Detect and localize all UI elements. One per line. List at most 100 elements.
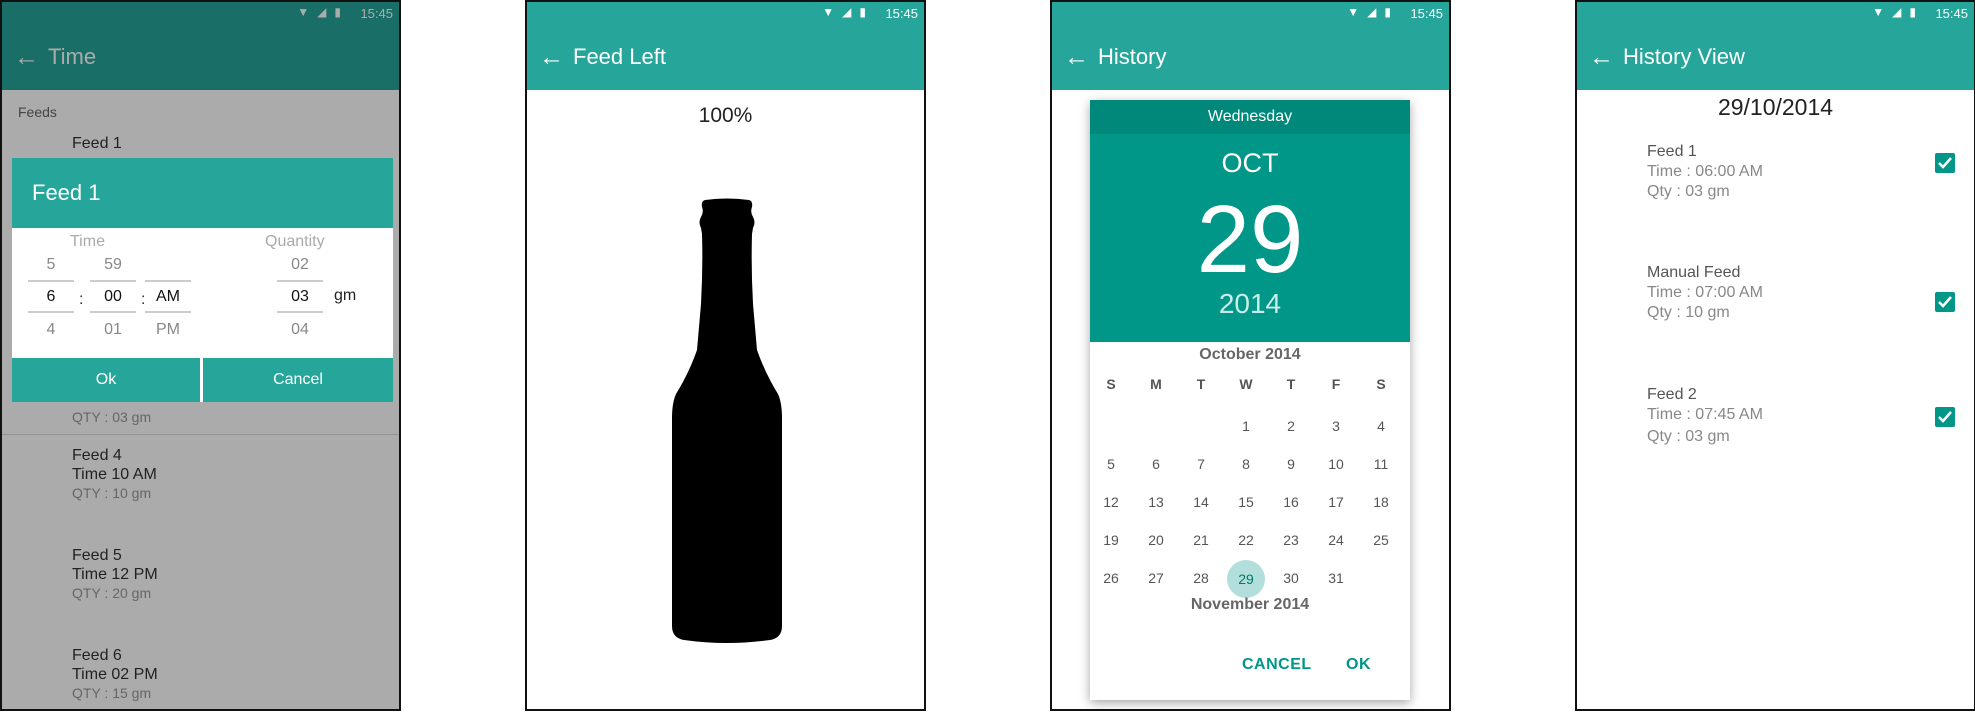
date-picker-dialog: Wednesday OCT 29 2014 October 2014 SMTWT… (1090, 100, 1410, 700)
back-arrow-icon[interactable]: ← (1589, 44, 1615, 70)
calendar-day[interactable]: 20 (1137, 522, 1175, 558)
calendar-day-selected[interactable]: 29 (1227, 560, 1265, 598)
time-label: Time (70, 233, 105, 250)
calendar-day[interactable]: 4 (1362, 408, 1400, 444)
ampm-picker[interactable]: AM PM (145, 256, 191, 343)
status-icons: ▼◢▮ (1872, 5, 1924, 19)
calendar-day[interactable]: 14 (1182, 484, 1220, 520)
app-bar: ← History View (1577, 26, 1974, 90)
calendar-day[interactable]: 23 (1272, 522, 1310, 558)
status-time: 15:45 (885, 6, 918, 21)
calendar-day[interactable]: 9 (1272, 446, 1310, 482)
calendar-day[interactable]: 5 (1092, 446, 1130, 482)
status-bar: ▼◢▮ 15:45 (1052, 2, 1449, 26)
month-title: October 2014 (1199, 346, 1301, 363)
history-entry: Manual Feed Time : 07:00 AM Qty : 10 gm (1647, 263, 1763, 323)
page-title: History View (1623, 44, 1745, 69)
calendar-day[interactable]: 11 (1362, 446, 1400, 482)
status-icons: ▼◢▮ (1347, 5, 1399, 19)
calendar-day[interactable]: 25 (1362, 522, 1400, 558)
calendar-day[interactable]: 18 (1362, 484, 1400, 520)
calendar-day[interactable]: 7 (1182, 446, 1220, 482)
calendar-day[interactable]: 27 (1137, 560, 1175, 596)
status-bar: ▼◢▮ 15:45 (1577, 2, 1974, 26)
page-title: Feed Left (573, 44, 666, 69)
calendar-day[interactable]: 1 (1227, 408, 1265, 444)
app-bar: ← Feed Left (527, 26, 924, 90)
history-entry: Feed 1 Time : 06:00 AM Qty : 03 gm (1647, 142, 1763, 202)
calendar-day[interactable]: 17 (1317, 484, 1355, 520)
ampm-next: PM (156, 321, 180, 338)
history-entry: Feed 2 Time : 07:45 AM Qty : 03 gm (1647, 385, 1763, 447)
cancel-button[interactable]: Cancel (203, 358, 393, 402)
picker-month[interactable]: OCT (1090, 148, 1410, 179)
entry-time: Time : 06:00 AM (1647, 163, 1763, 180)
time-screen: ▼◢▮ 15:45 ← Time Feeds Feed 1 QTY : 03 g… (0, 0, 401, 711)
hour-next: 4 (46, 321, 56, 338)
quantity-picker[interactable]: 02 03 04 (277, 256, 323, 343)
hour-prev: 5 (46, 256, 56, 273)
calendar-day[interactable]: 10 (1317, 446, 1355, 482)
calendar-day[interactable]: 8 (1227, 446, 1265, 482)
back-arrow-icon[interactable]: ← (539, 44, 565, 70)
unit-label: gm (334, 287, 357, 304)
calendar-day[interactable]: 21 (1182, 522, 1220, 558)
picker-year[interactable]: 2014 (1090, 288, 1410, 320)
status-time: 15:45 (1410, 6, 1443, 21)
entry-time: Time : 07:00 AM (1647, 284, 1763, 301)
entry-name: Feed 1 (1647, 143, 1697, 160)
ok-button[interactable]: Ok (12, 358, 200, 402)
minute-current[interactable]: 00 (90, 280, 136, 313)
feed-left-screen: ▼◢▮ 15:45 ← Feed Left 100% (525, 0, 926, 711)
hour-current[interactable]: 6 (28, 280, 74, 313)
entry-checkbox[interactable] (1935, 292, 1955, 312)
entry-name: Feed 2 (1647, 386, 1697, 403)
calendar-day[interactable]: 16 (1272, 484, 1310, 520)
status-time: 15:45 (1935, 6, 1968, 21)
next-month-title: November 2014 (1190, 596, 1310, 613)
calendar-day[interactable]: 24 (1317, 522, 1355, 558)
entry-qty: Qty : 03 gm (1647, 183, 1730, 200)
back-arrow-icon[interactable]: ← (1064, 44, 1090, 70)
weekday-header: S (1106, 376, 1116, 392)
calendar-day[interactable]: 30 (1272, 560, 1310, 596)
calendar-day[interactable]: 19 (1092, 522, 1130, 558)
weekday-header: T (1196, 376, 1206, 392)
quantity-next: 04 (291, 321, 309, 338)
calendar-day[interactable]: 6 (1137, 446, 1175, 482)
bottle-icon (672, 198, 782, 643)
calendar-day[interactable]: 13 (1137, 484, 1175, 520)
ampm-prev (145, 256, 191, 280)
ok-button[interactable]: OK (1346, 656, 1371, 674)
calendar-day[interactable]: 2 (1272, 408, 1310, 444)
quantity-label: Quantity (265, 233, 325, 250)
calendar-day[interactable]: 26 (1092, 560, 1130, 596)
feed-percentage: 100% (698, 104, 753, 127)
checkmark-icon (1938, 157, 1952, 169)
minute-next: 01 (104, 321, 122, 338)
calendar-day[interactable]: 31 (1317, 560, 1355, 596)
picker-day[interactable]: 29 (1090, 190, 1410, 290)
quantity-current[interactable]: 03 (277, 280, 323, 313)
weekday-header: M (1150, 376, 1162, 392)
entry-checkbox[interactable] (1935, 407, 1955, 427)
weekday-header: F (1331, 376, 1341, 392)
minute-picker[interactable]: 59 00 01 (90, 256, 136, 343)
history-screen: ▼◢▮ 15:45 ← History Wednesday OCT 29 201… (1050, 0, 1451, 711)
entry-checkbox[interactable] (1935, 153, 1955, 173)
checkmark-icon (1938, 411, 1952, 423)
ampm-current[interactable]: AM (145, 280, 191, 313)
time-separator: : (79, 291, 84, 308)
calendar-day[interactable]: 15 (1227, 484, 1265, 520)
entry-qty: Qty : 10 gm (1647, 304, 1730, 321)
hour-picker[interactable]: 5 6 4 (28, 256, 74, 343)
calendar-day[interactable]: 22 (1227, 522, 1265, 558)
entry-qty: Qty : 03 gm (1647, 428, 1730, 445)
calendar-day[interactable]: 12 (1092, 484, 1130, 520)
calendar-day[interactable]: 3 (1317, 408, 1355, 444)
cancel-button[interactable]: CANCEL (1242, 656, 1312, 674)
calendar-day[interactable]: 28 (1182, 560, 1220, 596)
history-view-screen: ▼◢▮ 15:45 ← History View 29/10/2014 Feed… (1575, 0, 1975, 711)
picker-header: OCT 29 2014 (1090, 134, 1410, 342)
weekday-header: S (1376, 376, 1386, 392)
